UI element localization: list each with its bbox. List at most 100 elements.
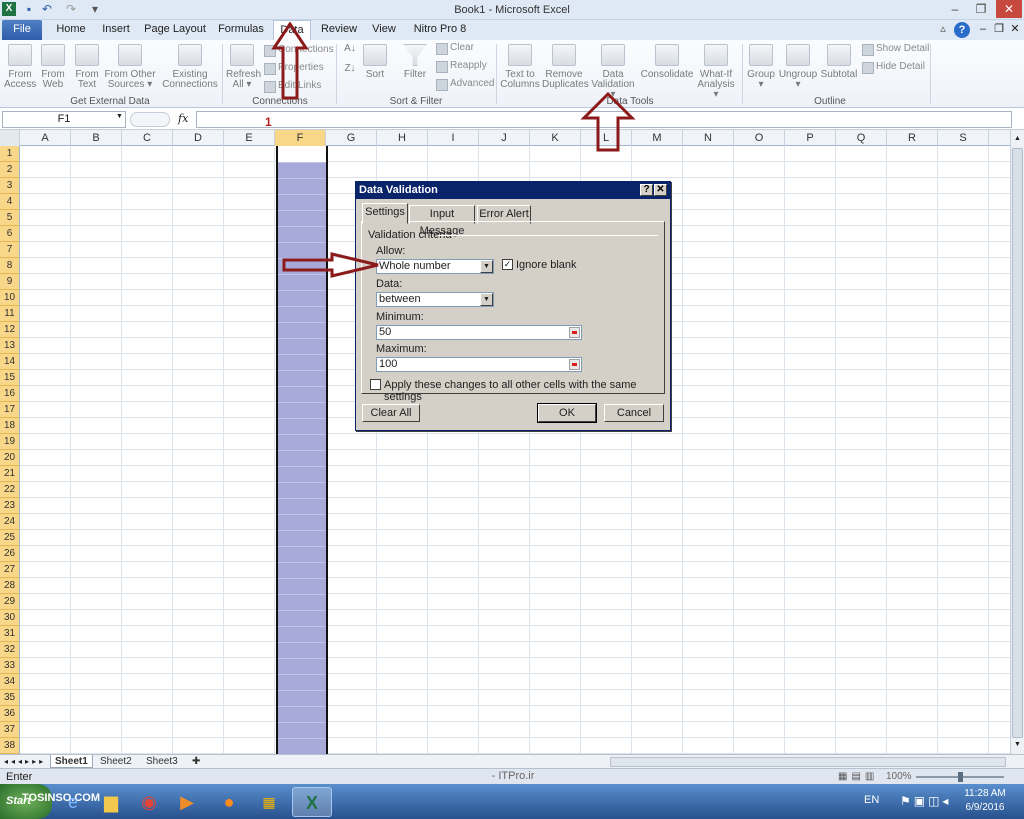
wb-restore-icon[interactable]: ❐ — [992, 20, 1006, 40]
column-header-c[interactable]: C — [122, 130, 173, 146]
tray-icons[interactable]: ⚑▣◫◂ — [900, 794, 951, 808]
media-player-icon[interactable]: ▶ — [170, 787, 204, 817]
row-header-38[interactable]: 38 — [0, 738, 20, 754]
tab-view[interactable]: View — [366, 20, 402, 40]
formula-input[interactable] — [196, 111, 1012, 128]
explorer-icon[interactable]: ▆ — [94, 787, 128, 817]
tab-settings-dialog[interactable]: Settings — [362, 203, 408, 224]
insert-function-icon[interactable]: fx — [178, 112, 188, 125]
column-header-l[interactable]: L — [581, 130, 632, 146]
row-header-24[interactable]: 24 — [0, 514, 20, 530]
row-header-34[interactable]: 34 — [0, 674, 20, 690]
row-header-13[interactable]: 13 — [0, 338, 20, 354]
selected-column-f[interactable] — [276, 146, 328, 754]
reapply-button[interactable]: Reapply — [436, 58, 487, 74]
from-text-button[interactable]: From Text — [72, 44, 102, 90]
row-header-37[interactable]: 37 — [0, 722, 20, 738]
sheet-nav-icon[interactable]: ◂◂◂▸▸▸ — [4, 755, 46, 768]
ie-icon[interactable]: e — [56, 787, 90, 817]
connections-button[interactable]: Connections — [264, 42, 334, 58]
language-indicator[interactable]: EN — [864, 794, 879, 806]
row-header-30[interactable]: 30 — [0, 610, 20, 626]
row-header-25[interactable]: 25 — [0, 530, 20, 546]
sheet-tab-2[interactable]: Sheet2 — [96, 755, 136, 768]
row-header-36[interactable]: 36 — [0, 706, 20, 722]
column-header-s[interactable]: S — [938, 130, 989, 146]
column-header-n[interactable]: N — [683, 130, 734, 146]
horizontal-scrollbar[interactable] — [610, 757, 1006, 767]
tab-insert[interactable]: Insert — [96, 20, 136, 40]
consolidate-button[interactable]: Consolidate — [640, 44, 694, 80]
text-to-columns-button[interactable]: Text to Columns — [500, 44, 540, 90]
range-select-icon[interactable] — [569, 359, 580, 370]
chevron-down-icon[interactable]: ▼ — [480, 293, 493, 306]
row-header-21[interactable]: 21 — [0, 466, 20, 482]
data-validation-button[interactable]: Data Validation ▾ — [590, 44, 636, 100]
sheet-tab-1[interactable]: Sheet1 — [50, 755, 93, 768]
row-header-4[interactable]: 4 — [0, 194, 20, 210]
column-header-o[interactable]: O — [734, 130, 785, 146]
column-header-k[interactable]: K — [530, 130, 581, 146]
active-cell[interactable] — [278, 146, 326, 162]
row-header-8[interactable]: 8 — [0, 258, 20, 274]
insert-sheet-icon[interactable]: ✚ — [188, 755, 204, 768]
column-header-a[interactable]: A — [20, 130, 71, 146]
column-header-d[interactable]: D — [173, 130, 224, 146]
scroll-thumb[interactable] — [1012, 148, 1023, 738]
tab-nitro[interactable]: Nitro Pro 8 — [408, 20, 472, 40]
column-header-f[interactable]: F — [275, 130, 326, 146]
help-icon[interactable]: ? — [954, 22, 970, 38]
edit-links-button[interactable]: Edit Links — [264, 78, 321, 94]
row-header-6[interactable]: 6 — [0, 226, 20, 242]
clear-button[interactable]: Clear — [436, 40, 474, 56]
row-header-31[interactable]: 31 — [0, 626, 20, 642]
row-header-28[interactable]: 28 — [0, 578, 20, 594]
dialog-close-icon[interactable]: ✕ — [654, 184, 667, 196]
column-header-g[interactable]: G — [326, 130, 377, 146]
column-header-m[interactable]: M — [632, 130, 683, 146]
name-box[interactable]: F1 — [2, 111, 126, 128]
dialog-help-icon[interactable]: ? — [640, 184, 653, 196]
scroll-down-icon[interactable]: ▼ — [1011, 738, 1024, 752]
sort-az-button[interactable]: A↓ Z↓ — [340, 44, 360, 74]
row-header-9[interactable]: 9 — [0, 274, 20, 290]
row-header-17[interactable]: 17 — [0, 402, 20, 418]
row-header-18[interactable]: 18 — [0, 418, 20, 434]
row-header-27[interactable]: 27 — [0, 562, 20, 578]
tab-file[interactable]: File — [2, 20, 42, 40]
column-header-j[interactable]: J — [479, 130, 530, 146]
row-header-23[interactable]: 23 — [0, 498, 20, 514]
tab-review[interactable]: Review — [318, 20, 360, 40]
tab-formulas[interactable]: Formulas — [214, 20, 268, 40]
row-header-16[interactable]: 16 — [0, 386, 20, 402]
group-button[interactable]: Group ▾ — [746, 44, 776, 90]
row-header-33[interactable]: 33 — [0, 658, 20, 674]
ribbon-minimize-icon[interactable]: ▵ — [936, 20, 950, 40]
clear-all-button[interactable]: Clear All — [362, 404, 420, 422]
wb-close-icon[interactable]: ✕ — [1008, 20, 1022, 40]
view-buttons[interactable]: ▦▤▥ — [838, 771, 886, 782]
vertical-scrollbar[interactable]: ▲ ▼ — [1010, 130, 1024, 754]
chrome-icon[interactable]: ◉ — [132, 787, 166, 817]
subtotal-button[interactable]: Subtotal — [820, 44, 858, 80]
close-icon[interactable]: ✕ — [996, 0, 1022, 18]
properties-button[interactable]: Properties — [264, 60, 324, 76]
tab-page-layout[interactable]: Page Layout — [142, 20, 208, 40]
data-select[interactable]: between ▼ — [376, 292, 494, 307]
restore-icon[interactable]: ❐ — [970, 0, 992, 18]
row-header-15[interactable]: 15 — [0, 370, 20, 386]
hide-detail-button[interactable]: Hide Detail — [862, 59, 925, 75]
row-header-20[interactable]: 20 — [0, 450, 20, 466]
select-all-corner[interactable] — [0, 130, 20, 146]
row-header-14[interactable]: 14 — [0, 354, 20, 370]
row-header-3[interactable]: 3 — [0, 178, 20, 194]
excel-taskbar-icon[interactable]: X — [292, 787, 332, 817]
minimize-icon[interactable]: – — [944, 0, 966, 18]
remove-duplicates-button[interactable]: Remove Duplicates — [542, 44, 589, 90]
zoom-level[interactable]: 100% — [886, 771, 912, 782]
maximum-input[interactable]: 100 — [376, 357, 582, 372]
filter-button[interactable]: Filter — [400, 44, 430, 80]
show-detail-button[interactable]: Show Detail — [862, 41, 929, 57]
column-header-i[interactable]: I — [428, 130, 479, 146]
tab-data[interactable]: Data — [273, 20, 311, 40]
